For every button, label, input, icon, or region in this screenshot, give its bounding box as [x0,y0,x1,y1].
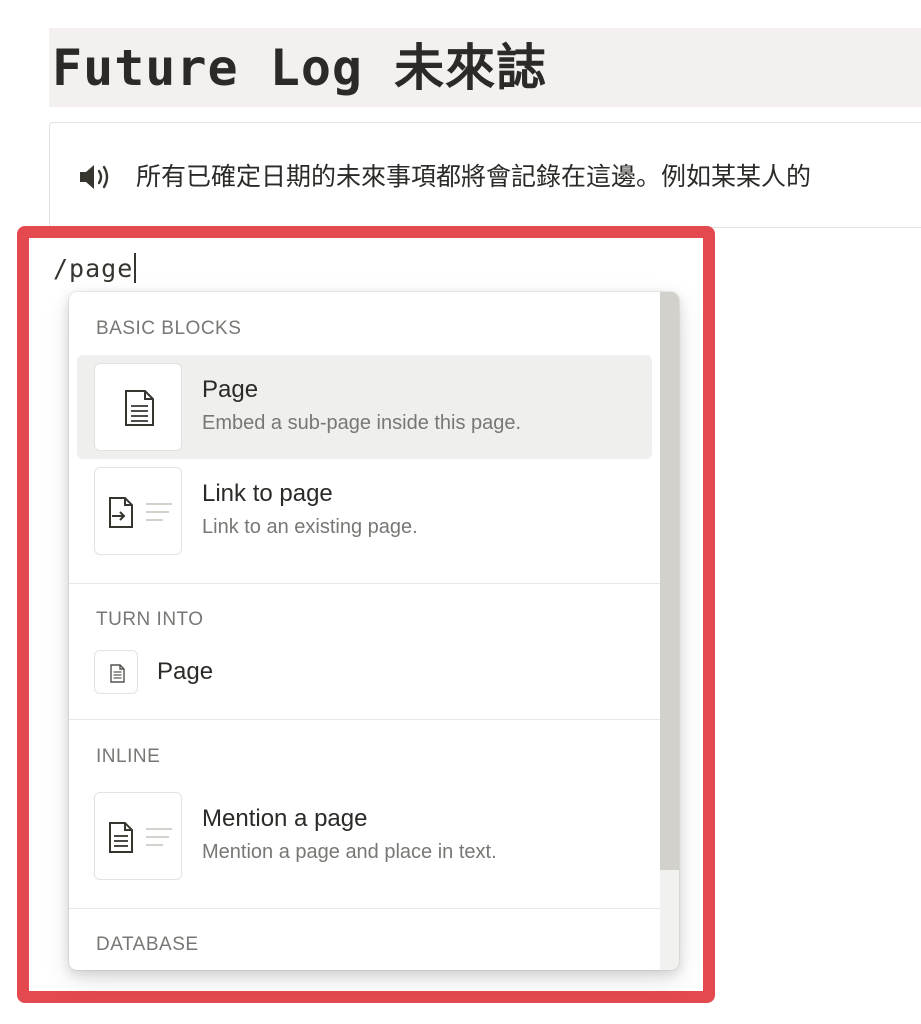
section-label-inline: INLINE [96,746,161,767]
speaker-icon [80,165,109,189]
callout-text[interactable]: 所有已確定日期的未來事項都將會記錄在這邊。例如某某人的 [136,160,811,194]
menu-item-title: Mention a page [202,805,368,832]
menu-item-title: Page [202,376,259,403]
menu-item-description: Mention a page and place in text. [202,841,497,863]
section-divider [69,583,660,584]
slash-command-input[interactable]: /page [53,252,137,286]
section-label-turn-into: TURN INTO [96,609,204,630]
menu-item-mention-page[interactable]: Mention a page Mention a page and place … [77,784,652,888]
section-label-database: DATABASE [96,934,199,955]
menu-item-title: Page [157,658,214,685]
menu-item-description: Link to an existing page. [202,516,418,538]
menu-scrollbar-track[interactable] [660,292,679,970]
menu-scrollbar-thumb[interactable] [660,292,679,870]
text-caret [134,253,137,283]
menu-item-turn-into-page[interactable]: Page [77,640,652,704]
section-divider [69,719,660,720]
page-title[interactable]: Future Log 未來誌 [52,36,547,100]
mention-page-icon [94,792,182,880]
typed-command: /page [53,254,134,283]
link-to-page-icon [94,467,182,555]
slash-command-menu[interactable]: BASIC BLOCKS Page Embed a sub-page insid… [69,292,679,970]
section-label-basic-blocks: BASIC BLOCKS [96,318,242,339]
page-icon [94,650,138,694]
page-icon [94,363,182,451]
menu-item-link-to-page[interactable]: Link to page Link to an existing page. [77,459,652,563]
menu-item-title: Link to page [202,480,333,507]
menu-item-description: Embed a sub-page inside this page. [202,412,522,434]
section-divider [69,908,660,909]
menu-item-page[interactable]: Page Embed a sub-page inside this page. [77,355,652,459]
